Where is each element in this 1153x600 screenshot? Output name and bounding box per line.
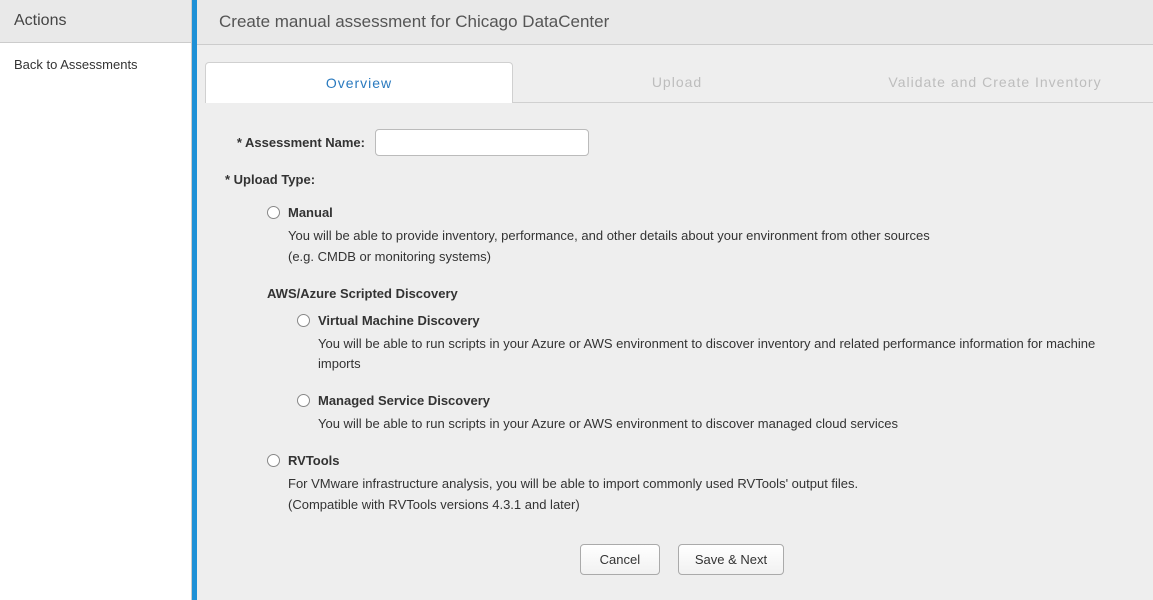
cancel-button[interactable]: Cancel bbox=[580, 544, 660, 575]
tabs: Overview Upload Validate and Create Inve… bbox=[205, 61, 1153, 103]
managed-discovery-radio[interactable] bbox=[297, 394, 310, 407]
rvtools-radio[interactable] bbox=[267, 454, 280, 467]
manual-desc-1: You will be able to provide inventory, p… bbox=[288, 226, 1139, 247]
vm-discovery-desc: You will be able to run scripts in your … bbox=[318, 334, 1139, 376]
back-to-assessments-link[interactable]: Back to Assessments bbox=[14, 57, 177, 72]
main-area: Create manual assessment for Chicago Dat… bbox=[197, 0, 1153, 600]
vm-discovery-radio[interactable] bbox=[297, 314, 310, 327]
rvtools-title: RVTools bbox=[288, 453, 340, 468]
managed-discovery-title: Managed Service Discovery bbox=[318, 393, 490, 408]
manual-desc-2: (e.g. CMDB or monitoring systems) bbox=[288, 247, 1139, 268]
option-manual: Manual You will be able to provide inven… bbox=[267, 205, 1139, 268]
tab-overview[interactable]: Overview bbox=[205, 62, 513, 103]
form-area: * Assessment Name: * Upload Type: Manual… bbox=[197, 103, 1153, 575]
save-next-button[interactable]: Save & Next bbox=[678, 544, 784, 575]
manual-radio[interactable] bbox=[267, 206, 280, 219]
assessment-name-label: * Assessment Name: bbox=[225, 135, 375, 150]
page-title: Create manual assessment for Chicago Dat… bbox=[197, 0, 1153, 45]
sidebar: Actions Back to Assessments bbox=[0, 0, 192, 600]
manual-title: Manual bbox=[288, 205, 333, 220]
scripted-discovery-heading: AWS/Azure Scripted Discovery bbox=[267, 286, 1139, 301]
upload-type-label: * Upload Type: bbox=[225, 172, 1139, 187]
option-vm-discovery: Virtual Machine Discovery You will be ab… bbox=[297, 313, 1139, 376]
vm-discovery-title: Virtual Machine Discovery bbox=[318, 313, 480, 328]
assessment-name-input[interactable] bbox=[375, 129, 589, 156]
managed-discovery-desc: You will be able to run scripts in your … bbox=[318, 414, 1139, 435]
tab-validate: Validate and Create Inventory bbox=[841, 61, 1149, 102]
option-rvtools: RVTools For VMware infrastructure analys… bbox=[267, 453, 1139, 516]
tab-upload: Upload bbox=[523, 61, 831, 102]
rvtools-desc-2: (Compatible with RVTools versions 4.3.1 … bbox=[288, 495, 1139, 516]
rvtools-desc-1: For VMware infrastructure analysis, you … bbox=[288, 474, 1139, 495]
option-managed-discovery: Managed Service Discovery You will be ab… bbox=[297, 393, 1139, 435]
sidebar-title: Actions bbox=[0, 0, 191, 43]
